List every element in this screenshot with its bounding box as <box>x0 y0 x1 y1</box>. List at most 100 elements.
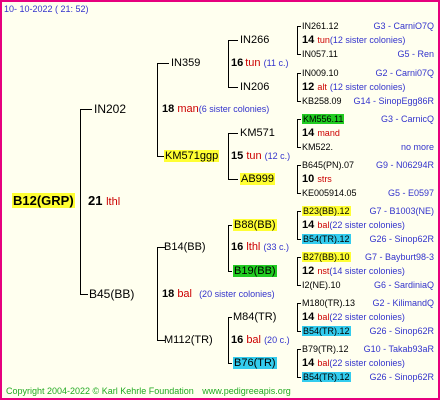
gen4-top-name: M180(TR).13 <box>302 298 356 308</box>
gen4-year: 14 <box>302 34 315 46</box>
gen4-mid: 14 bal(22 sister colonies) <box>302 218 405 232</box>
gen4-breeder: nst <box>317 266 330 276</box>
gen1-sisters: (20 sister colonies) <box>199 289 275 299</box>
gen4-bottom-note: no more <box>400 142 434 152</box>
gen4-mid: 14 mand <box>302 126 340 140</box>
gen4-top[interactable]: IN009.10 <box>302 66 339 80</box>
gen1-breeder: bal <box>177 288 192 300</box>
line <box>228 179 238 180</box>
gen4-year: 12 <box>302 265 315 277</box>
line <box>297 303 301 304</box>
gen4-top-note: G2 - Carni07Q <box>375 68 434 78</box>
gen2-breeder: tun <box>246 150 262 162</box>
gen4-year: 12 <box>302 81 315 93</box>
line <box>297 54 301 55</box>
gen3-node[interactable]: IN206 <box>240 80 269 94</box>
line <box>228 87 238 88</box>
gen2-node[interactable]: IN359 <box>171 56 200 70</box>
gen4-top-note: G7 - B1003(NE) <box>369 206 434 216</box>
root-queen-info: 21 lthl <box>88 193 120 210</box>
header-date: 10- 10-2022 ( 21: 52) <box>4 4 89 14</box>
gen4-bottom[interactable]: KB258.09 <box>302 94 342 108</box>
gen4-top[interactable]: B23(BB).12 <box>302 204 351 218</box>
line <box>228 133 238 134</box>
line <box>297 193 301 194</box>
gen1-node[interactable]: B45(BB) <box>89 287 134 301</box>
gen4-bottom[interactable]: KM522. <box>302 140 333 154</box>
gen2-node[interactable]: KM571ggp <box>164 149 220 163</box>
gen4-breeder: tun <box>317 35 330 45</box>
root-queen[interactable]: B12(GRP) <box>12 193 75 209</box>
line <box>228 363 232 364</box>
gen4-top[interactable]: B79(TR).12 <box>302 342 349 356</box>
gen4-bottom-name: KB258.09 <box>302 96 342 106</box>
line <box>297 147 301 148</box>
gen3-node[interactable]: KM571 <box>240 126 275 140</box>
gen2-info: 16 bal (20 c.) <box>231 333 290 347</box>
gen1-year: 18 <box>162 103 175 115</box>
gen1-sisters: (6 sister colonies) <box>198 104 270 114</box>
gen4-bottom-note: G26 - Sinop62R <box>369 326 434 336</box>
gen3-node[interactable]: M84(TR) <box>233 310 276 324</box>
gen2-breeder: lthl <box>246 241 261 253</box>
gen4-year: 14 <box>302 127 315 139</box>
gen4-mid: 14 bal(22 sister colonies) <box>302 310 405 324</box>
gen4-sisters: (22 sister colonies) <box>329 312 405 322</box>
gen4-bottom[interactable]: B54(TR).12 <box>302 232 351 246</box>
line <box>80 109 81 295</box>
gen3-node[interactable]: B88(BB) <box>233 218 277 232</box>
gen4-breeder: strs <box>317 174 332 184</box>
line <box>297 73 298 101</box>
gen1-info: 18 man(6 sister colonies) <box>162 102 269 116</box>
gen4-bottom[interactable]: IN057.11 <box>302 47 338 61</box>
gen4-bottom[interactable]: B54(TR).12 <box>302 324 351 338</box>
line <box>297 349 301 350</box>
line <box>297 101 301 102</box>
gen4-bottom-note: G26 - Sinop62R <box>369 372 434 382</box>
gen3-node[interactable]: AB999 <box>240 172 276 186</box>
gen4-top-name: IN261.12 <box>302 21 339 31</box>
gen2-node[interactable]: B14(BB) <box>164 240 206 254</box>
gen4-breeder: alt <box>317 82 327 92</box>
gen4-sisters: (12 sister colonies) <box>329 82 406 92</box>
line <box>228 317 232 318</box>
gen4-breeder: bal <box>317 358 330 368</box>
gen4-year: 14 <box>302 357 315 369</box>
gen4-top[interactable]: B645(PN).07 <box>302 158 354 172</box>
gen4-top[interactable]: B27(BB).10 <box>302 250 351 264</box>
gen2-name: M112(TR) <box>164 334 213 346</box>
gen2-node[interactable]: M112(TR) <box>164 333 213 347</box>
root-year: 21 <box>88 193 103 208</box>
gen4-bottom[interactable]: B54(TR).12 <box>302 370 351 384</box>
gen4-bottom-name: I2(NE).10 <box>302 280 341 290</box>
gen3-node[interactable]: IN266 <box>240 33 269 47</box>
gen4-top-name: KM556.11 <box>302 114 345 124</box>
line <box>297 73 301 74</box>
gen3-name: AB999 <box>240 173 276 185</box>
gen3-node[interactable]: B76(TR) <box>233 356 277 370</box>
footer-site-link[interactable]: www.pedigreeapis.org <box>202 386 291 396</box>
gen4-year: 10 <box>302 173 315 185</box>
gen4-top-name: B23(BB).12 <box>302 206 351 216</box>
line <box>80 294 88 295</box>
gen4-bottom[interactable]: I2(NE).10 <box>302 278 341 292</box>
gen4-top[interactable]: M180(TR).13 <box>302 296 355 310</box>
gen4-top[interactable]: IN261.12 <box>302 19 339 33</box>
gen3-node[interactable]: B19(BB) <box>233 264 277 278</box>
line <box>228 317 229 363</box>
line <box>228 225 232 226</box>
line <box>297 165 301 166</box>
gen2-info: 16 tun (11 c.) <box>231 56 288 70</box>
gen4-breeder: mand <box>317 128 340 138</box>
gen4-bottom-note: G5 - E0597 <box>387 188 434 198</box>
gen4-bottom[interactable]: KE005914.05 <box>302 186 357 200</box>
gen1-breeder: man <box>177 103 199 115</box>
gen4-top-note: G3 - CarnicQ <box>380 114 434 124</box>
gen3-name: IN206 <box>240 81 270 93</box>
gen1-node[interactable]: IN202 <box>94 102 126 116</box>
gen4-top[interactable]: KM556.11 <box>302 112 345 126</box>
gen4-sisters: (14 sister colonies) <box>329 266 405 276</box>
line <box>297 349 298 377</box>
line <box>297 26 301 27</box>
gen1-year: 18 <box>162 288 175 300</box>
